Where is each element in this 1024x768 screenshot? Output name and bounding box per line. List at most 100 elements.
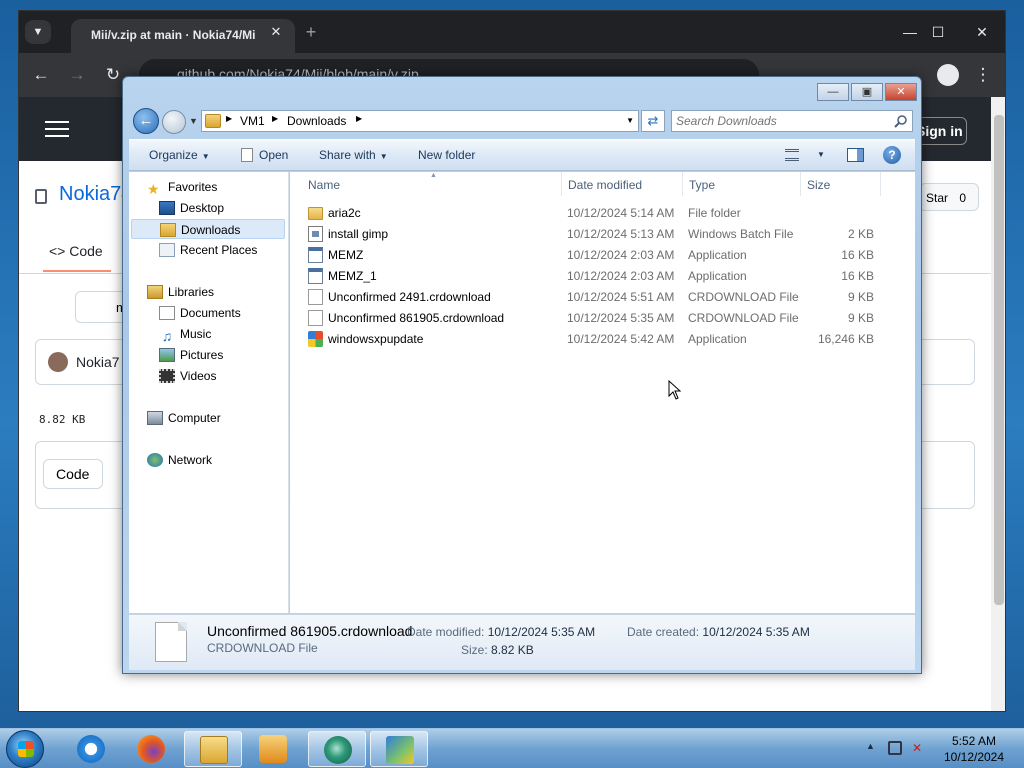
mouse-cursor-icon (668, 380, 682, 400)
preview-pane-icon[interactable] (847, 148, 864, 162)
taskbar-media-player[interactable] (244, 731, 302, 767)
star-button[interactable]: Star 0 (919, 183, 979, 211)
videos-icon (159, 369, 175, 383)
taskbar-internet-explorer[interactable] (62, 731, 120, 767)
repo-icon (35, 189, 47, 204)
volume-muted-icon[interactable]: ✕ (912, 741, 926, 755)
close-icon[interactable]: ✕ (885, 83, 917, 101)
back-arrow-icon[interactable]: ← (31, 65, 51, 85)
file-row[interactable]: Unconfirmed 2491.crdownload 10/12/2024 5… (290, 287, 915, 308)
nav-item-computer[interactable]: Computer (147, 408, 221, 428)
music-icon: ♫ (161, 328, 173, 344)
tab-title: Mii/v.zip at main · Nokia74/Mi (91, 28, 256, 42)
organize-button[interactable]: Organize ▼ (149, 148, 210, 162)
system-clock[interactable]: 5:52 AM 10/12/2024 (936, 733, 1012, 765)
forward-arrow-icon[interactable]: → (67, 65, 87, 85)
file-row[interactable]: install gimp 10/12/2024 5:13 AM Windows … (290, 224, 915, 245)
maximize-icon[interactable]: ☐ (923, 21, 953, 43)
nav-item-videos[interactable]: Videos (159, 366, 216, 386)
share-with-button[interactable]: Share with ▼ (319, 148, 388, 162)
tab-code-label: Code (69, 243, 103, 259)
maximize-icon[interactable]: ▣ (851, 83, 883, 101)
refresh-icon[interactable]: ⇄ (641, 110, 665, 132)
search-input[interactable] (676, 113, 886, 129)
breadcrumb-vm1[interactable]: VM1 (240, 114, 265, 128)
command-bar: Organize ▼ Open Share with ▼ New folder ▼ … (129, 139, 915, 171)
nav-item-pictures[interactable]: Pictures (159, 345, 223, 365)
column-header-size[interactable]: Size (801, 172, 881, 196)
share-with-label: Share with (319, 148, 376, 162)
nav-item-desktop[interactable]: Desktop (159, 198, 224, 218)
file-row[interactable]: windowsxpupdate 10/12/2024 5:42 AM Appli… (290, 329, 915, 350)
chevron-down-icon: ▼ (379, 152, 388, 161)
minimize-icon[interactable]: — (895, 21, 925, 43)
address-bar[interactable]: ▶ VM1 ▶ Downloads ▶ ▼ (201, 110, 639, 132)
tab-close-icon[interactable]: ✕ (267, 23, 285, 41)
file-name: aria2c (328, 206, 361, 220)
taskbar-explorer[interactable] (184, 731, 242, 767)
nav-item-downloads[interactable]: Downloads (131, 219, 285, 239)
address-dropdown-icon[interactable]: ▼ (626, 116, 634, 125)
nav-item-documents[interactable]: Documents (159, 303, 241, 323)
column-label: Name (308, 178, 341, 192)
column-header-date-modified[interactable]: Date modified (562, 172, 683, 196)
file-name: windowsxpupdate (328, 332, 424, 346)
recent-places-icon (159, 243, 175, 257)
minimize-icon[interactable]: — (817, 83, 849, 101)
file-list: Name ▲ Date modified Type Size aria2c 10… (290, 172, 915, 613)
tab-search-chevron-icon[interactable]: ▼ (25, 20, 51, 44)
file-row[interactable]: Unconfirmed 861905.crdownload 10/12/2024… (290, 308, 915, 329)
nav-item-libraries[interactable]: Libraries (147, 282, 214, 302)
file-date: 10/12/2024 5:14 AM (567, 206, 675, 220)
show-hidden-icons-icon[interactable]: ▲ (866, 741, 875, 751)
file-row[interactable]: MEMZ_1 10/12/2024 2:03 AM Application 16… (290, 266, 915, 287)
nav-item-network[interactable]: Network (147, 450, 212, 470)
file-row[interactable]: aria2c 10/12/2024 5:14 AM File folder (290, 203, 915, 224)
nav-label: Music (180, 327, 212, 341)
forward-arrow-icon[interactable] (162, 110, 186, 134)
folder-icon (308, 207, 323, 220)
breadcrumb-separator-icon[interactable]: ▶ (356, 114, 362, 123)
nav-label: Videos (180, 369, 217, 383)
file-size: 16 KB (841, 269, 874, 283)
nav-item-favorites[interactable]: ★ Favorites (147, 177, 217, 197)
nav-label: Computer (168, 411, 221, 425)
search-box[interactable] (671, 110, 913, 132)
breadcrumb-downloads[interactable]: Downloads (287, 114, 346, 128)
code-brackets-icon: <> (49, 243, 70, 259)
file-date: 10/12/2024 5:13 AM (567, 227, 675, 241)
taskbar-chrome[interactable] (308, 731, 366, 767)
taskbar-xp-update[interactable] (370, 731, 428, 767)
breadcrumb-separator-icon[interactable]: ▶ (226, 114, 232, 123)
search-icon[interactable] (894, 114, 908, 128)
documents-icon (159, 306, 175, 320)
nav-item-music[interactable]: ♫ Music (159, 324, 212, 344)
views-chevron-icon[interactable]: ▼ (817, 150, 825, 159)
nav-item-recent-places[interactable]: Recent Places (159, 240, 257, 260)
hamburger-menu-icon[interactable] (45, 121, 69, 137)
commit-author[interactable]: Nokia7 (76, 354, 120, 370)
network-status-icon[interactable] (888, 741, 902, 755)
breadcrumb-separator-icon[interactable]: ▶ (272, 114, 278, 123)
help-icon[interactable]: ? (883, 146, 901, 164)
browser-tab[interactable]: Mii/v.zip at main · Nokia74/Mi (71, 19, 295, 53)
menu-kebab-icon[interactable]: ⋮ (973, 65, 993, 85)
close-icon[interactable]: ✕ (967, 21, 997, 43)
open-button[interactable]: Open (241, 148, 288, 162)
tab-code[interactable]: <> Code (49, 243, 103, 259)
new-folder-button[interactable]: New folder (418, 148, 475, 162)
profile-avatar-icon[interactable] (937, 64, 959, 86)
column-header-type[interactable]: Type (683, 172, 801, 196)
code-view-button[interactable]: Code (43, 459, 103, 489)
scrollbar-thumb[interactable] (994, 115, 1004, 605)
taskbar-firefox[interactable] (122, 731, 180, 767)
page-scrollbar[interactable] (991, 97, 1005, 711)
views-icon[interactable] (785, 149, 799, 161)
reload-icon[interactable]: ↻ (103, 65, 123, 85)
new-tab-plus-icon[interactable]: + (301, 22, 321, 42)
file-row[interactable]: MEMZ 10/12/2024 2:03 AM Application 16 K… (290, 245, 915, 266)
back-arrow-icon[interactable]: ← (133, 108, 159, 134)
recent-pages-chevron-icon[interactable]: ▼ (189, 116, 198, 126)
start-button[interactable] (6, 730, 44, 768)
file-type: Application (688, 332, 747, 346)
